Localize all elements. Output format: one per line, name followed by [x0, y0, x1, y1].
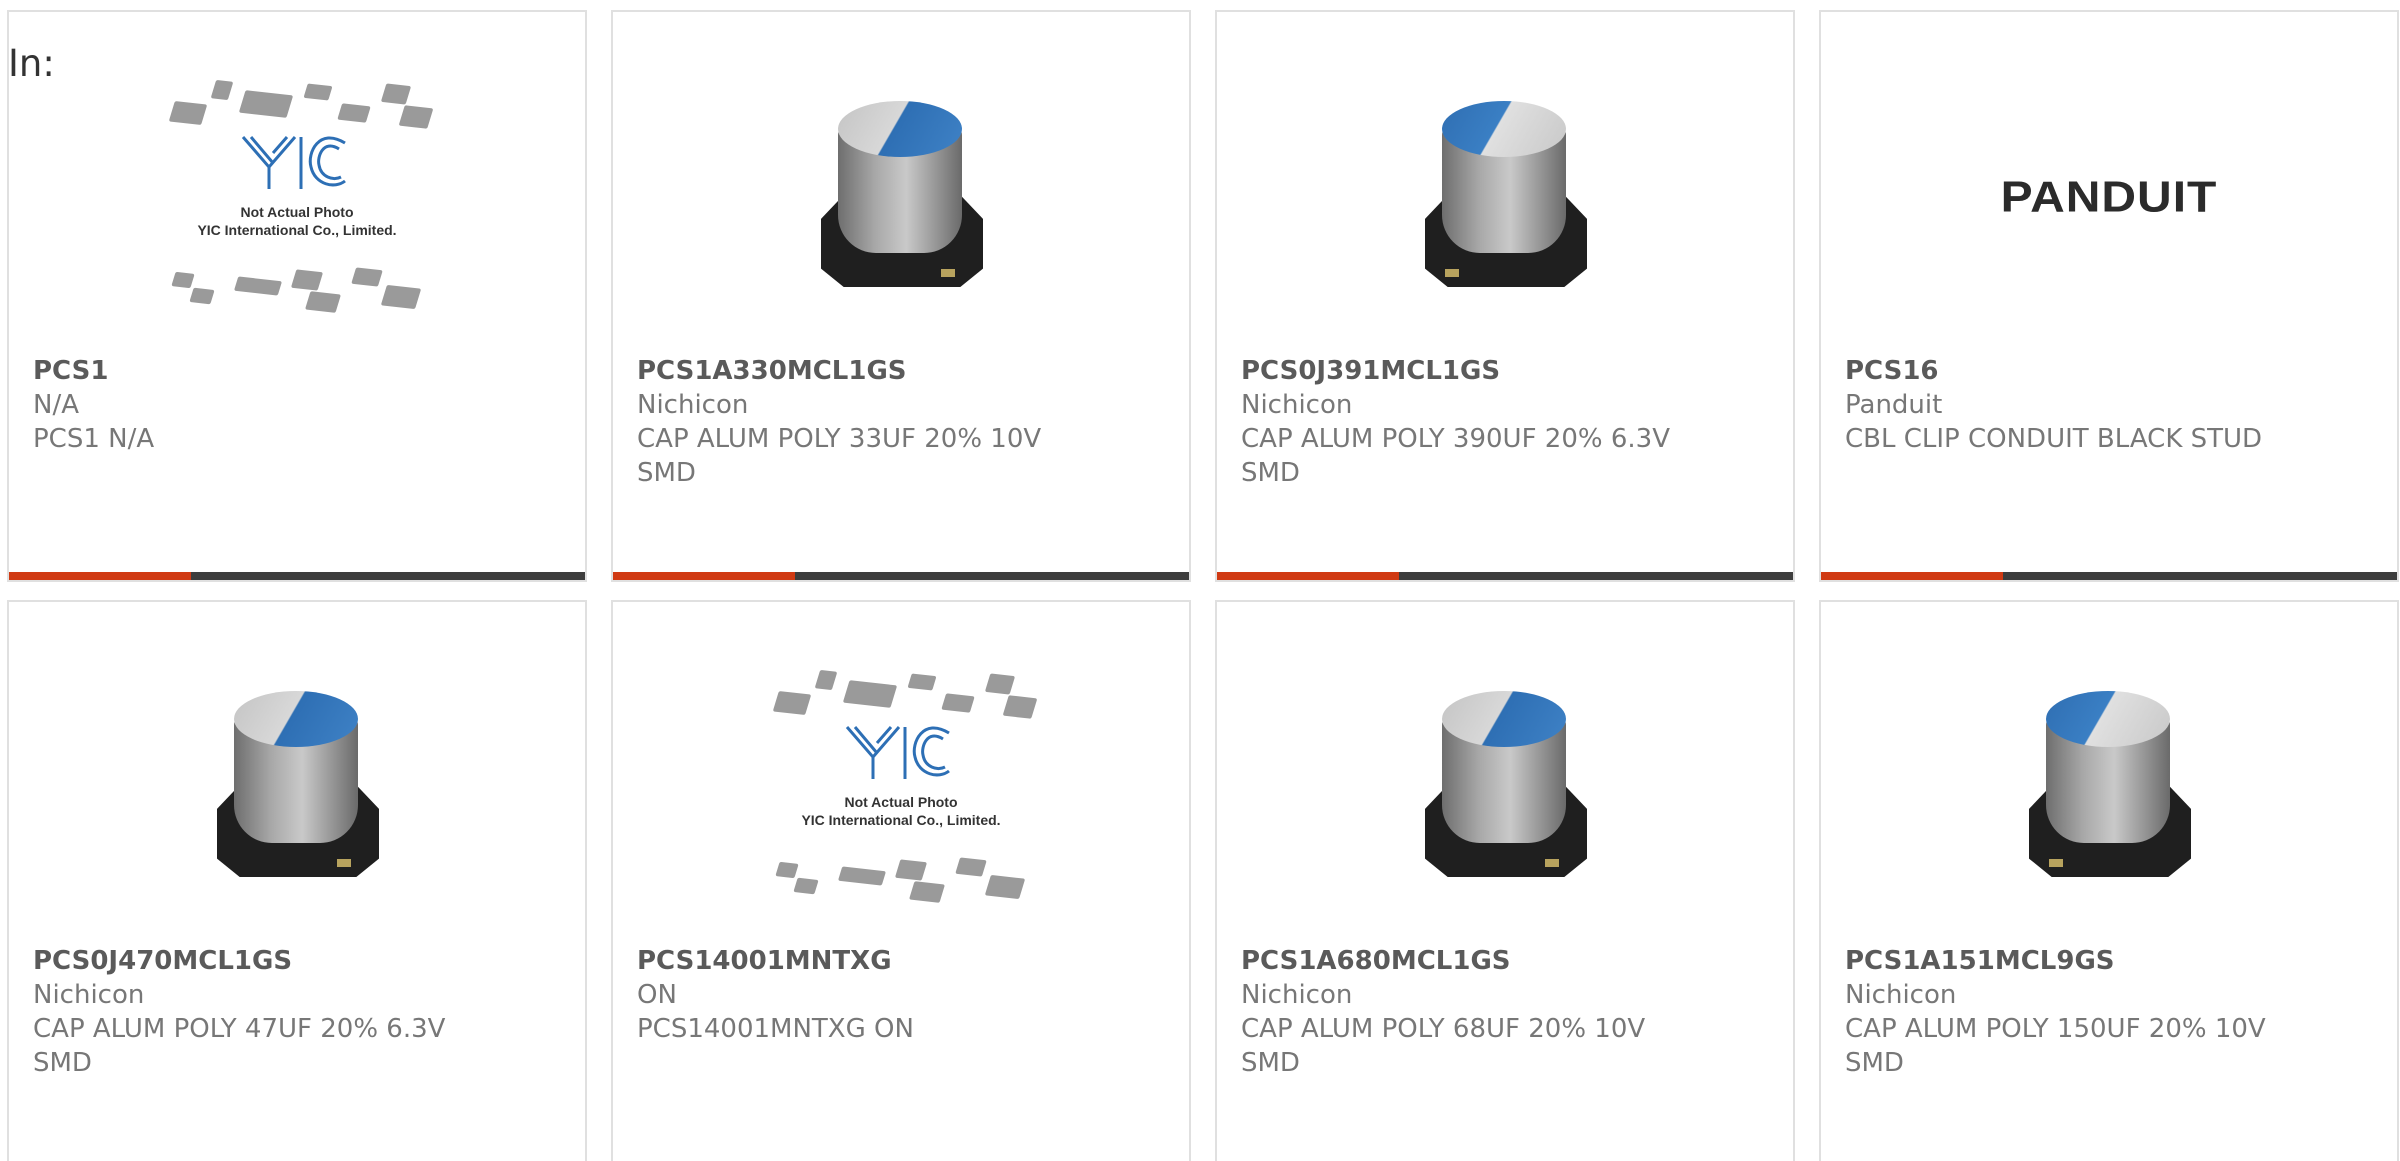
part-number-link[interactable]: PCS1A151MCL9GS [1845, 944, 2373, 978]
placeholder-line-2: YIC International Co., Limited. [197, 221, 397, 238]
capacitor-image [1415, 97, 1595, 297]
product-card[interactable]: PCS0J391MCL1GS Nichicon CAP ALUM POLY 39… [1215, 10, 1795, 582]
product-image [1217, 632, 1793, 942]
placeholder-image: Not Actual Photo YIC International Co., … [761, 665, 1041, 910]
description: CAP ALUM POLY 68UF 20% 10V SMD [1241, 1014, 1646, 1078]
description: PCS14001MNTXG ON [637, 1014, 914, 1044]
product-card[interactable]: PCS1A680MCL1GS Nichicon CAP ALUM POLY 68… [1215, 600, 1795, 1161]
product-image [9, 632, 585, 942]
capacitor-image [2019, 687, 2199, 887]
product-card[interactable]: PCS1A151MCL9GS Nichicon CAP ALUM POLY 15… [1819, 600, 2399, 1161]
product-card[interactable]: Not Actual Photo YIC International Co., … [611, 600, 1191, 1161]
part-number-link[interactable]: PCS1A330MCL1GS [637, 354, 1165, 388]
card-accent-bar [1821, 572, 2397, 580]
product-image [1821, 632, 2397, 942]
product-image [1217, 42, 1793, 352]
description: CAP ALUM POLY 150UF 20% 10V SMD [1845, 1014, 2266, 1078]
part-number-link[interactable]: PCS1A680MCL1GS [1241, 944, 1769, 978]
filter-in-label: In: [8, 42, 55, 85]
manufacturer: Panduit [1845, 390, 1943, 420]
description: CAP ALUM POLY 33UF 20% 10V SMD [637, 424, 1042, 488]
manufacturer: N/A [33, 390, 79, 420]
capacitor-image [811, 97, 991, 297]
yic-logo-icon [239, 133, 349, 191]
part-number-link[interactable]: PCS0J470MCL1GS [33, 944, 561, 978]
capacitor-image [1415, 687, 1595, 887]
capacitor-image [207, 687, 387, 887]
product-card[interactable]: PCS0J470MCL1GS Nichicon CAP ALUM POLY 47… [7, 600, 587, 1161]
product-image: PANDUIT [1821, 42, 2397, 352]
description: CAP ALUM POLY 47UF 20% 6.3V SMD [33, 1014, 446, 1078]
placeholder-image: Not Actual Photo YIC International Co., … [157, 75, 437, 320]
manufacturer: Nichicon [1241, 980, 1353, 1010]
manufacturer: Nichicon [33, 980, 145, 1010]
product-image: Not Actual Photo YIC International Co., … [613, 632, 1189, 942]
product-image [613, 42, 1189, 352]
product-image: Not Actual Photo YIC International Co., … [9, 42, 585, 352]
placeholder-line-2: YIC International Co., Limited. [801, 811, 1001, 828]
placeholder-line-1: Not Actual Photo [844, 793, 958, 810]
product-card[interactable]: PANDUIT PCS16 Panduit CBL CLIP CONDUIT B… [1819, 10, 2399, 582]
description: PCS1 N/A [33, 424, 155, 454]
description: CAP ALUM POLY 390UF 20% 6.3V SMD [1241, 424, 1670, 488]
product-card[interactable]: Not Actual Photo YIC International Co., … [7, 10, 587, 582]
product-listing-page: In: Not Actual Photo YIC International C… [0, 0, 2400, 1161]
product-card[interactable]: PCS1A330MCL1GS Nichicon CAP ALUM POLY 33… [611, 10, 1191, 582]
manufacturer: Nichicon [637, 390, 749, 420]
part-number-link[interactable]: PCS0J391MCL1GS [1241, 354, 1769, 388]
part-number-link[interactable]: PCS1 [33, 354, 561, 388]
product-grid: Not Actual Photo YIC International Co., … [0, 0, 2400, 1161]
description: CBL CLIP CONDUIT BLACK STUD [1845, 424, 2263, 454]
manufacturer: ON [637, 980, 677, 1010]
manufacturer: Nichicon [1241, 390, 1353, 420]
card-accent-bar [1217, 572, 1793, 580]
part-number-link[interactable]: PCS16 [1845, 354, 2373, 388]
panduit-logo-icon: PANDUIT [2000, 173, 2218, 221]
part-number-link[interactable]: PCS14001MNTXG [637, 944, 1165, 978]
yic-logo-icon [843, 723, 953, 781]
card-accent-bar [9, 572, 585, 580]
placeholder-line-1: Not Actual Photo [240, 203, 354, 220]
card-accent-bar [613, 572, 1189, 580]
manufacturer: Nichicon [1845, 980, 1957, 1010]
